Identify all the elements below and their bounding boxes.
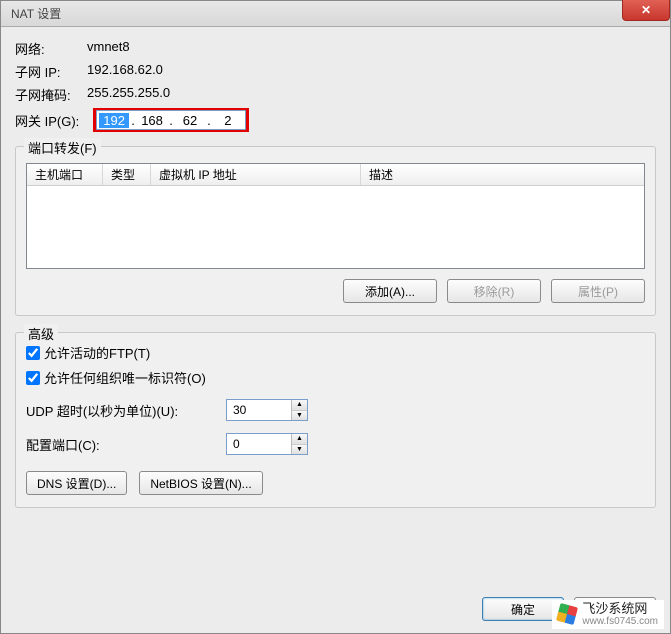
ip-dot: .	[205, 113, 213, 128]
table-header: 主机端口 类型 虚拟机 IP 地址 描述	[27, 164, 644, 186]
properties-button: 属性(P)	[551, 279, 645, 303]
col-host-port[interactable]: 主机端口	[27, 164, 103, 185]
watermark-url: www.fs0745.com	[582, 616, 658, 627]
spin-down-icon[interactable]: ▼	[292, 411, 307, 421]
port-forwarding-table[interactable]: 主机端口 类型 虚拟机 IP 地址 描述	[26, 163, 645, 269]
subnet-ip-value: 192.168.62.0	[87, 62, 163, 81]
spinner-buttons: ▲ ▼	[291, 400, 307, 420]
ip-octet-3[interactable]: 62	[175, 113, 205, 128]
network-row: 网络: vmnet8	[15, 39, 656, 58]
port-forwarding-group: 端口转发(F) 主机端口 类型 虚拟机 IP 地址 描述 添加(A)... 移除…	[15, 146, 656, 316]
port-forwarding-legend: 端口转发(F)	[24, 138, 101, 157]
spin-up-icon[interactable]: ▲	[292, 400, 307, 411]
subnet-ip-row: 子网 IP: 192.168.62.0	[15, 62, 656, 81]
watermark-text: 飞沙系统网 www.fs0745.com	[582, 602, 658, 627]
gateway-label: 网关 IP(G):	[15, 111, 93, 130]
ip-octet-2[interactable]: 168	[137, 113, 167, 128]
advanced-buttons: DNS 设置(D)... NetBIOS 设置(N)...	[26, 471, 645, 495]
allow-ftp-row: 允许活动的FTP(T)	[26, 343, 645, 362]
subnet-mask-value: 255.255.255.0	[87, 85, 170, 104]
titlebar: NAT 设置 ✕	[1, 1, 670, 27]
add-button[interactable]: 添加(A)...	[343, 279, 437, 303]
config-port-input[interactable]	[227, 434, 291, 454]
allow-oui-checkbox[interactable]	[26, 371, 40, 385]
advanced-legend: 高级	[24, 324, 58, 343]
gateway-ip-input[interactable]: 192 . 168 . 62 . 2	[96, 110, 246, 130]
spinner-buttons: ▲ ▼	[291, 434, 307, 454]
allow-ftp-checkbox[interactable]	[26, 346, 40, 360]
dialog-content: 网络: vmnet8 子网 IP: 192.168.62.0 子网掩码: 255…	[1, 27, 670, 536]
udp-timeout-row: UDP 超时(以秒为单位)(U): ▲ ▼	[26, 399, 645, 421]
gateway-highlight-box: 192 . 168 . 62 . 2	[93, 108, 249, 132]
close-button[interactable]: ✕	[622, 0, 670, 21]
network-label: 网络:	[15, 39, 87, 58]
ip-octet-1[interactable]: 192	[99, 113, 129, 128]
config-port-row: 配置端口(C): ▲ ▼	[26, 433, 645, 455]
allow-oui-row: 允许任何组织唯一标识符(O)	[26, 368, 645, 387]
advanced-group: 高级 允许活动的FTP(T) 允许任何组织唯一标识符(O) UDP 超时(以秒为…	[15, 332, 656, 508]
network-value: vmnet8	[87, 39, 130, 58]
col-description[interactable]: 描述	[361, 164, 644, 185]
allow-ftp-label: 允许活动的FTP(T)	[44, 343, 150, 362]
remove-button: 移除(R)	[447, 279, 541, 303]
config-port-label: 配置端口(C):	[26, 435, 226, 454]
subnet-mask-row: 子网掩码: 255.255.255.0	[15, 85, 656, 104]
close-icon: ✕	[641, 3, 651, 17]
gateway-row: 网关 IP(G): 192 . 168 . 62 . 2	[15, 108, 656, 132]
ip-dot: .	[129, 113, 137, 128]
config-port-spinner[interactable]: ▲ ▼	[226, 433, 308, 455]
spin-up-icon[interactable]: ▲	[292, 434, 307, 445]
col-type[interactable]: 类型	[103, 164, 151, 185]
ip-octet-4[interactable]: 2	[213, 113, 243, 128]
udp-timeout-input[interactable]	[227, 400, 291, 420]
col-vm-ip[interactable]: 虚拟机 IP 地址	[151, 164, 361, 185]
watermark-logo-icon	[556, 603, 578, 625]
udp-timeout-label: UDP 超时(以秒为单位)(U):	[26, 401, 226, 420]
nat-settings-dialog: NAT 设置 ✕ 网络: vmnet8 子网 IP: 192.168.62.0 …	[0, 0, 671, 634]
subnet-mask-label: 子网掩码:	[15, 85, 87, 104]
udp-timeout-spinner[interactable]: ▲ ▼	[226, 399, 308, 421]
spin-down-icon[interactable]: ▼	[292, 445, 307, 455]
dns-settings-button[interactable]: DNS 设置(D)...	[26, 471, 127, 495]
ip-dot: .	[167, 113, 175, 128]
watermark-name: 飞沙系统网	[582, 602, 658, 616]
netbios-settings-button[interactable]: NetBIOS 设置(N)...	[139, 471, 262, 495]
allow-oui-label: 允许任何组织唯一标识符(O)	[44, 368, 206, 387]
port-forward-buttons: 添加(A)... 移除(R) 属性(P)	[26, 279, 645, 303]
subnet-ip-label: 子网 IP:	[15, 62, 87, 81]
watermark: 飞沙系统网 www.fs0745.com	[552, 600, 664, 629]
window-title: NAT 设置	[11, 5, 61, 22]
